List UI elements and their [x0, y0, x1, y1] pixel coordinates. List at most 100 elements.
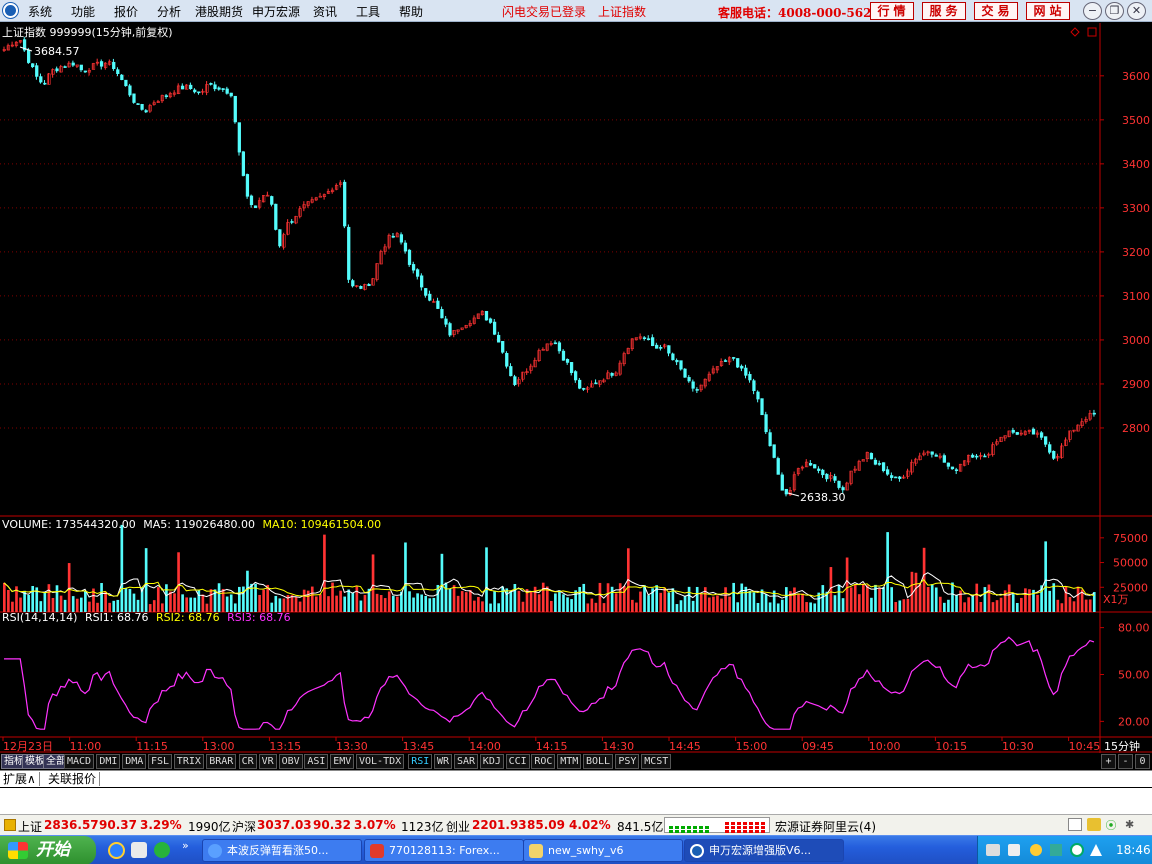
indicator-tab-cci[interactable]: CCI	[505, 754, 530, 769]
candle-down	[642, 337, 647, 339]
volume-bar	[943, 602, 946, 612]
volume-bar	[189, 597, 193, 612]
chart-area[interactable]: 3600 3500 3400 3300 3200 3100 3000 2900 2800 750…	[0, 23, 1152, 753]
indicator-tab-emv[interactable]: EMV	[330, 754, 355, 769]
time-tick-label: 10:00	[869, 740, 901, 753]
indicator-tab-mtm[interactable]: MTM	[557, 754, 582, 769]
candle-down	[347, 226, 351, 280]
start-button[interactable]: 开始	[0, 836, 96, 864]
browser-icon[interactable]	[154, 842, 170, 858]
security-icon[interactable]	[1070, 843, 1084, 857]
volume-bar	[67, 563, 71, 612]
quick-launch-expand-icon[interactable]: »	[182, 839, 189, 852]
menu-quote[interactable]: 报价	[114, 3, 138, 20]
tab-control-remove[interactable]: -	[1118, 754, 1133, 769]
volume-bar	[310, 586, 314, 612]
indicator-tab-macd[interactable]: MACD	[64, 754, 95, 769]
volume-bar	[404, 542, 407, 612]
menu-analysis[interactable]: 分析	[157, 3, 181, 20]
close-icon[interactable]: ✕	[1127, 2, 1146, 20]
nav-market-button[interactable]: 行情	[870, 2, 914, 20]
sh-percent: 3.29%	[140, 818, 182, 832]
nav-trade-button[interactable]: 交易	[974, 2, 1018, 20]
settings-icon[interactable]: ✱	[1125, 818, 1141, 831]
indicator-tab-wr[interactable]: WR	[434, 754, 453, 769]
task-item-forex[interactable]: 770128113: Forex...	[364, 839, 524, 862]
indicator-tab-kdj[interactable]: KDJ	[479, 754, 504, 769]
volume-bar	[756, 602, 760, 612]
minimize-icon[interactable]: −	[1083, 2, 1102, 20]
kline-chart-svg[interactable]: 3600 3500 3400 3300 3200 3100 3000 2900 2800 750…	[0, 23, 1152, 753]
rsi-header: RSI(14,14,14) RSI1: 68.76 RSI2: 68.76 RS…	[2, 611, 291, 624]
indicator-tab-vr[interactable]: VR	[258, 754, 277, 769]
menu-bar: 系统 功能 报价 分析 港股期货 申万宏源 资讯 工具 帮助 闪电交易已登录 上…	[0, 0, 1152, 22]
ie-icon[interactable]	[108, 842, 125, 859]
candle-down	[1052, 450, 1056, 459]
task-item-folder[interactable]: new_swhy_v6	[523, 839, 683, 862]
volume-bar	[351, 592, 355, 612]
volume-bar	[412, 597, 415, 612]
lock-icon[interactable]	[4, 819, 16, 831]
server-name[interactable]: 宏源证券阿里云(4)	[775, 818, 876, 835]
candle-down	[695, 389, 699, 391]
task-item-swhy[interactable]: 申万宏源增强版V6...	[684, 839, 844, 862]
folder-icon[interactable]	[1087, 818, 1101, 831]
menu-hk-futures[interactable]: 港股期货	[195, 3, 243, 20]
menu-news[interactable]: 资讯	[313, 3, 337, 20]
indicator-tab-fsl[interactable]: FSL	[148, 754, 173, 769]
indicator-tab-asi[interactable]: ASI	[304, 754, 329, 769]
volume-bar	[712, 596, 715, 612]
related-quotes-tab[interactable]: 关联报价	[45, 772, 101, 786]
indicator-tab-dma[interactable]: DMA	[122, 754, 147, 769]
menu-function[interactable]: 功能	[71, 3, 95, 20]
candle-down	[825, 473, 829, 480]
indicator-tab-boll[interactable]: BOLL	[583, 754, 614, 769]
volume-bar	[1056, 599, 1060, 612]
indicator-tab-cr[interactable]: CR	[238, 754, 257, 769]
menu-swhy[interactable]: 申万宏源	[252, 3, 300, 20]
shield-icon[interactable]	[1050, 844, 1062, 856]
diamond-icon[interactable]	[1070, 27, 1080, 37]
volume-bar	[363, 594, 367, 612]
volume-bar	[521, 601, 525, 612]
volume-icon[interactable]	[1008, 844, 1020, 856]
tab-control-add[interactable]: +	[1101, 754, 1116, 769]
status-bar: 上证 2836.57 90.37 3.29% 1990亿 沪深 3037.03 …	[0, 814, 1152, 835]
menu-help[interactable]: 帮助	[399, 3, 423, 20]
task-item-ie[interactable]: 本波反弹暂看涨50...	[202, 839, 362, 862]
tray-app-icon[interactable]	[1030, 844, 1042, 856]
indicator-tab-obv[interactable]: OBV	[278, 754, 303, 769]
indicator-tab-mcst[interactable]: MCST	[641, 754, 672, 769]
indicator-tab-vol-tdx[interactable]: VOL-TDX	[356, 754, 405, 769]
period-label[interactable]: 15分钟	[1104, 739, 1140, 753]
indicator-tab-sar[interactable]: SAR	[454, 754, 479, 769]
volume-bar	[278, 598, 282, 612]
flash-trade-status[interactable]: 闪电交易已登录	[502, 3, 586, 20]
signal-icon[interactable]: ⦿	[1105, 817, 1117, 832]
current-index-name[interactable]: 上证指数	[598, 3, 646, 20]
show-desktop-icon[interactable]	[131, 842, 147, 858]
volume-bar	[663, 587, 667, 612]
menu-system[interactable]: 系统	[28, 3, 52, 20]
candle-down	[975, 455, 979, 458]
nav-service-button[interactable]: 服务	[922, 2, 966, 20]
candle-down	[229, 92, 233, 97]
volume-bar	[537, 594, 541, 612]
restore-icon[interactable]: ❐	[1105, 2, 1124, 20]
tray-expand-icon[interactable]	[1090, 844, 1102, 856]
menu-tools[interactable]: 工具	[356, 3, 380, 20]
indicator-tab-psy[interactable]: PSY	[615, 754, 640, 769]
nav-website-button[interactable]: 网站	[1026, 2, 1070, 20]
indicator-tab-brar[interactable]: BRAR	[206, 754, 237, 769]
volume-bar	[562, 594, 565, 612]
maximize-pane-icon[interactable]	[1087, 27, 1097, 37]
network-icon[interactable]	[986, 844, 1000, 856]
tab-control-reset[interactable]: 0	[1135, 754, 1150, 769]
extension-toggle[interactable]: 扩展∧	[0, 772, 40, 786]
notes-icon[interactable]	[1068, 818, 1082, 831]
indicator-tab-trix[interactable]: TRIX	[173, 754, 204, 769]
indicator-tab-rsi[interactable]: RSI	[408, 754, 433, 769]
indicator-tab-dmi[interactable]: DMI	[96, 754, 121, 769]
volume-bar	[886, 532, 889, 612]
indicator-tab-roc[interactable]: ROC	[531, 754, 556, 769]
